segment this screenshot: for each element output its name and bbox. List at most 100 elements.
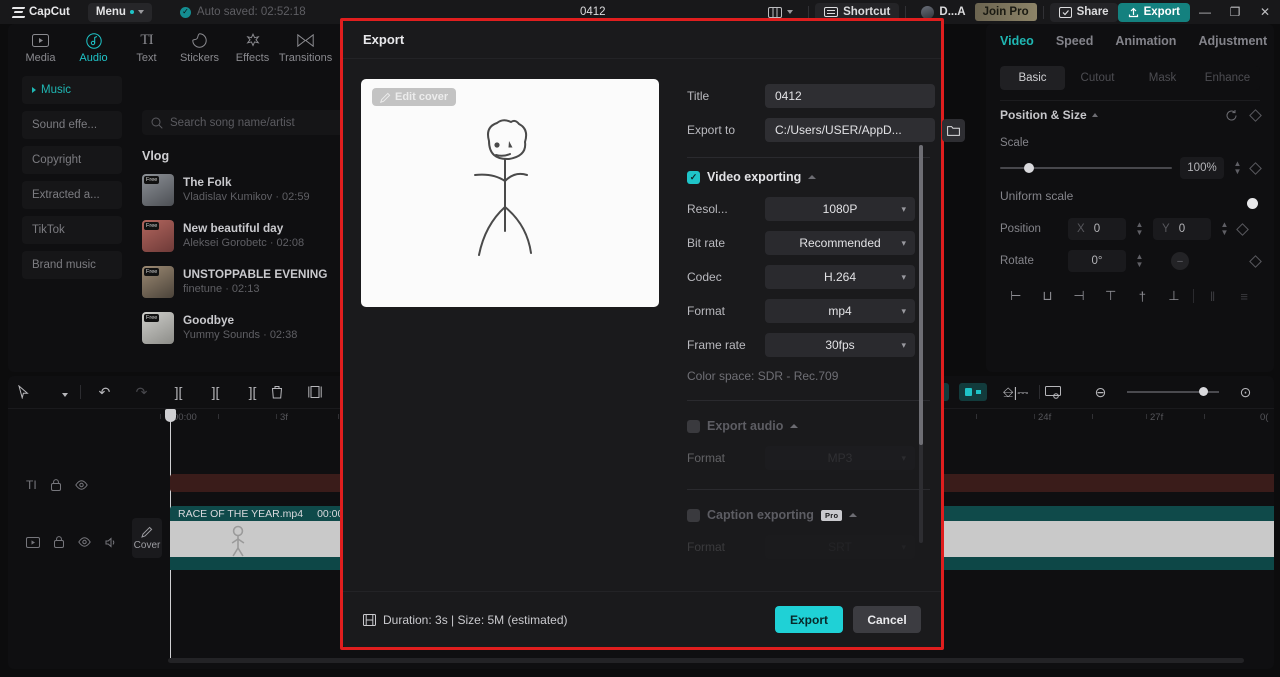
title-input[interactable]: 0412 bbox=[765, 84, 935, 108]
timeline-horizontal-scrollbar[interactable] bbox=[168, 658, 1244, 663]
chevron-up-icon[interactable] bbox=[790, 424, 799, 428]
position-y-input[interactable]: Y 0 bbox=[1153, 218, 1211, 240]
redo-icon[interactable]: ↷ bbox=[123, 384, 160, 401]
keyframe-icon[interactable] bbox=[1249, 254, 1262, 268]
export-audio-checkbox[interactable] bbox=[687, 419, 700, 433]
codec-select[interactable]: H.264 ▾ bbox=[765, 265, 915, 289]
export-button-titlebar[interactable]: Export bbox=[1117, 2, 1190, 22]
tab-speed[interactable]: Speed bbox=[1056, 34, 1094, 48]
cover-thumbnail-button[interactable]: Cover bbox=[132, 518, 162, 558]
tab-text[interactable]: TI Text bbox=[120, 32, 173, 64]
minimize-button[interactable]: — bbox=[1190, 0, 1220, 24]
category-tiktok[interactable]: TikTok bbox=[22, 216, 122, 244]
chevron-up-icon[interactable] bbox=[849, 513, 858, 517]
position-y-stepper[interactable]: ▲ ▼ bbox=[1219, 221, 1230, 237]
cancel-button[interactable]: Cancel bbox=[853, 606, 921, 633]
lock-icon[interactable] bbox=[54, 536, 64, 548]
subtab-mask[interactable]: Mask bbox=[1130, 66, 1195, 90]
export-to-input[interactable]: C:/Users/USER/AppD... bbox=[765, 118, 935, 142]
rotate-dial-icon[interactable]: – bbox=[1171, 252, 1189, 270]
scale-slider[interactable] bbox=[1000, 163, 1172, 173]
zoom-slider[interactable] bbox=[1127, 387, 1219, 396]
zoom-out-icon[interactable]: ⊖ bbox=[1082, 384, 1119, 401]
caption-format-select[interactable]: SRT ▾ bbox=[765, 535, 915, 559]
tab-transitions[interactable]: Transitions bbox=[279, 32, 332, 64]
format-select[interactable]: mp4 ▾ bbox=[765, 299, 915, 323]
zoom-slider-handle[interactable] bbox=[1198, 387, 1208, 396]
join-pro-button[interactable]: Join Pro bbox=[974, 3, 1037, 21]
audio-format-select[interactable]: MP3 ▾ bbox=[765, 446, 915, 470]
trim-start-icon[interactable]: ][ bbox=[197, 384, 234, 400]
rotate-stepper[interactable]: ▲ ▼ bbox=[1134, 253, 1145, 269]
zoom-fit-icon[interactable]: ⊙ bbox=[1227, 384, 1264, 401]
tab-label: Transitions bbox=[278, 52, 333, 64]
subtab-cutout[interactable]: Cutout bbox=[1065, 66, 1130, 90]
align-bottom-icon[interactable]: ⊥ bbox=[1158, 288, 1190, 304]
subtab-basic[interactable]: Basic bbox=[1000, 66, 1065, 90]
align-left-icon[interactable]: ⊢ bbox=[1000, 288, 1032, 304]
browse-folder-button[interactable] bbox=[942, 118, 965, 142]
scale-slider-handle[interactable] bbox=[1024, 163, 1035, 173]
subtab-enhance[interactable]: Enhance bbox=[1195, 66, 1260, 90]
framerate-label: Frame rate bbox=[687, 338, 746, 352]
keyframe-icon[interactable] bbox=[1236, 222, 1249, 236]
select-tool-icon[interactable] bbox=[18, 385, 55, 399]
visibility-icon[interactable] bbox=[78, 537, 91, 547]
chevron-down-icon: ▾ bbox=[901, 271, 906, 282]
menu-button[interactable]: Menu bbox=[87, 2, 152, 22]
category-copyright[interactable]: Copyright bbox=[22, 146, 122, 174]
category-sound-effects[interactable]: Sound effe... bbox=[22, 111, 122, 139]
caption-exporting-checkbox[interactable] bbox=[687, 508, 700, 522]
scale-value[interactable]: 100% bbox=[1180, 157, 1224, 179]
split-icon[interactable]: ][ bbox=[160, 384, 197, 400]
delete-icon[interactable] bbox=[271, 385, 308, 399]
export-confirm-button[interactable]: Export bbox=[775, 606, 843, 633]
tab-effects[interactable]: Effects bbox=[226, 32, 279, 64]
mute-icon[interactable] bbox=[105, 536, 118, 548]
trim-end-icon[interactable]: ][ bbox=[234, 384, 271, 400]
export-dialog-scrollbar[interactable] bbox=[919, 145, 923, 543]
category-extracted-audio[interactable]: Extracted a... bbox=[22, 181, 122, 209]
category-music[interactable]: Music bbox=[22, 76, 122, 104]
split-clip-icon[interactable]: ⎒|⎓ bbox=[997, 384, 1034, 401]
align-center-horizontal-icon[interactable]: ⊔ bbox=[1032, 288, 1064, 304]
align-middle-vertical-icon[interactable]: † bbox=[1127, 289, 1159, 304]
tab-adjustment[interactable]: Adjustment bbox=[1198, 34, 1267, 48]
reset-icon[interactable] bbox=[1225, 109, 1238, 122]
scrollbar-thumb[interactable] bbox=[919, 145, 923, 445]
upload-icon bbox=[1128, 7, 1138, 17]
tab-animation[interactable]: Animation bbox=[1115, 34, 1176, 48]
tool-dropdown-icon[interactable] bbox=[55, 384, 75, 400]
align-top-icon[interactable]: ⊤ bbox=[1095, 288, 1127, 304]
visibility-icon[interactable] bbox=[74, 480, 88, 490]
distribute-horizontal-icon[interactable]: ‖ bbox=[1197, 289, 1229, 304]
edit-cover-button[interactable]: Edit cover bbox=[372, 88, 457, 106]
thumbnail-view-icon[interactable] bbox=[1045, 385, 1082, 399]
lock-icon[interactable] bbox=[50, 479, 61, 491]
share-button[interactable]: Share bbox=[1049, 2, 1118, 22]
tab-media[interactable]: Media bbox=[14, 32, 67, 64]
playhead-handle[interactable] bbox=[165, 409, 176, 422]
align-right-icon[interactable]: ⊣ bbox=[1063, 288, 1095, 304]
close-button[interactable]: ✕ bbox=[1250, 0, 1280, 24]
cover-preview[interactable]: Edit cover bbox=[361, 79, 659, 307]
framerate-select[interactable]: 30fps ▾ bbox=[765, 333, 915, 357]
tab-audio[interactable]: Audio bbox=[67, 32, 120, 64]
resolution-select[interactable]: 1080P ▾ bbox=[765, 197, 915, 221]
keyframe-icon[interactable] bbox=[1249, 108, 1262, 122]
chevron-up-icon[interactable] bbox=[808, 175, 817, 179]
keyframe-icon[interactable] bbox=[1249, 161, 1262, 175]
video-exporting-checkbox[interactable]: ✓ bbox=[687, 170, 700, 184]
position-x-input[interactable]: X 0 bbox=[1068, 218, 1126, 240]
tab-video[interactable]: Video bbox=[1000, 34, 1034, 48]
maximize-button[interactable]: ❐ bbox=[1220, 0, 1250, 24]
category-brand-music[interactable]: Brand music bbox=[22, 251, 122, 279]
rotate-input[interactable]: 0° bbox=[1068, 250, 1126, 272]
position-x-stepper[interactable]: ▲ ▼ bbox=[1134, 221, 1145, 237]
tab-stickers[interactable]: Stickers bbox=[173, 32, 226, 64]
chevron-up-icon[interactable] bbox=[1091, 113, 1098, 117]
scale-stepper[interactable]: ▲ ▼ bbox=[1232, 160, 1243, 176]
bitrate-select[interactable]: Recommended ▾ bbox=[765, 231, 915, 255]
undo-icon[interactable]: ↶ bbox=[86, 384, 123, 401]
distribute-vertical-icon[interactable]: ≡ bbox=[1228, 289, 1260, 304]
